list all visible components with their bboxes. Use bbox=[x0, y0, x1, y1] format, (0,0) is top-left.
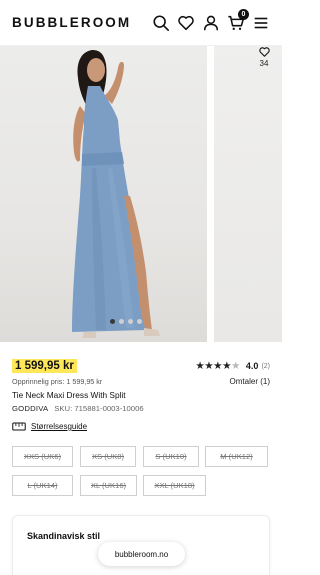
product-photo-main[interactable] bbox=[0, 46, 207, 342]
browser-url-pill[interactable]: bubbleroom.no bbox=[98, 542, 185, 566]
size-option[interactable]: XXS (UK6) bbox=[12, 446, 73, 467]
gallery-dot[interactable] bbox=[110, 319, 115, 324]
rating-value: 4.0 bbox=[245, 361, 259, 371]
brand-sku-row: GODDIVA SKU: 715881-0003-10006 bbox=[12, 404, 144, 413]
size-guide-link[interactable]: Størrelsesguide bbox=[12, 422, 87, 431]
search-icon[interactable] bbox=[151, 13, 170, 32]
gallery-pagination-dots bbox=[110, 319, 142, 324]
product-photo-next[interactable]: 34 bbox=[214, 46, 282, 342]
size-option[interactable]: XXL (UK18) bbox=[143, 475, 206, 496]
rating-stars: ★★★★★ bbox=[195, 360, 240, 372]
size-option[interactable]: M (UK12) bbox=[205, 446, 268, 467]
menu-hamburger-icon[interactable] bbox=[251, 13, 270, 32]
size-option[interactable]: XL (UK16) bbox=[80, 475, 137, 496]
header-actions: 0 bbox=[151, 9, 270, 32]
size-option[interactable]: XS (UK8) bbox=[80, 446, 136, 467]
rating-count: (2) bbox=[261, 362, 270, 370]
price-rating-row: 1 599,95 kr ★★★★★ 4.0 (2) bbox=[12, 359, 270, 375]
gallery-dot[interactable] bbox=[119, 319, 124, 324]
account-user-icon[interactable] bbox=[201, 13, 220, 32]
product-rating[interactable]: ★★★★★ 4.0 (2) bbox=[195, 360, 270, 372]
info-card-title: Skandinavisk stil bbox=[27, 531, 101, 541]
product-price: 1 599,95 kr bbox=[12, 359, 77, 373]
size-guide-label: Størrelsesguide bbox=[31, 422, 88, 431]
brand-logo[interactable]: BUBBLEROOM bbox=[12, 15, 131, 30]
ruler-icon bbox=[12, 422, 26, 431]
site-header: BUBBLEROOM 0 bbox=[0, 0, 282, 46]
product-brand[interactable]: GODDIVA bbox=[12, 404, 48, 413]
product-image-gallery[interactable]: 34 bbox=[0, 46, 282, 342]
wishlist-heart-icon[interactable] bbox=[176, 13, 195, 32]
favorite-count: 34 bbox=[259, 59, 269, 68]
original-price: Opprinnelig pris: 1 599,95 kr bbox=[12, 377, 103, 386]
cart-count-badge: 0 bbox=[238, 9, 249, 20]
reviews-link[interactable]: Omtaler (1) bbox=[230, 377, 270, 386]
heart-icon bbox=[258, 47, 270, 57]
size-option[interactable]: S (UK10) bbox=[143, 446, 199, 467]
cart-icon[interactable]: 0 bbox=[226, 9, 249, 32]
gallery-dot[interactable] bbox=[137, 319, 142, 324]
gallery-dot[interactable] bbox=[128, 319, 133, 324]
product-sku: SKU: 715881-0003-10006 bbox=[54, 404, 144, 413]
product-name: Tie Neck Maxi Dress With Split bbox=[12, 390, 126, 400]
favorite-button[interactable]: 34 bbox=[252, 46, 276, 74]
size-option[interactable]: L (UK14) bbox=[12, 475, 73, 496]
original-price-row: Opprinnelig pris: 1 599,95 kr Omtaler (1… bbox=[12, 377, 270, 388]
